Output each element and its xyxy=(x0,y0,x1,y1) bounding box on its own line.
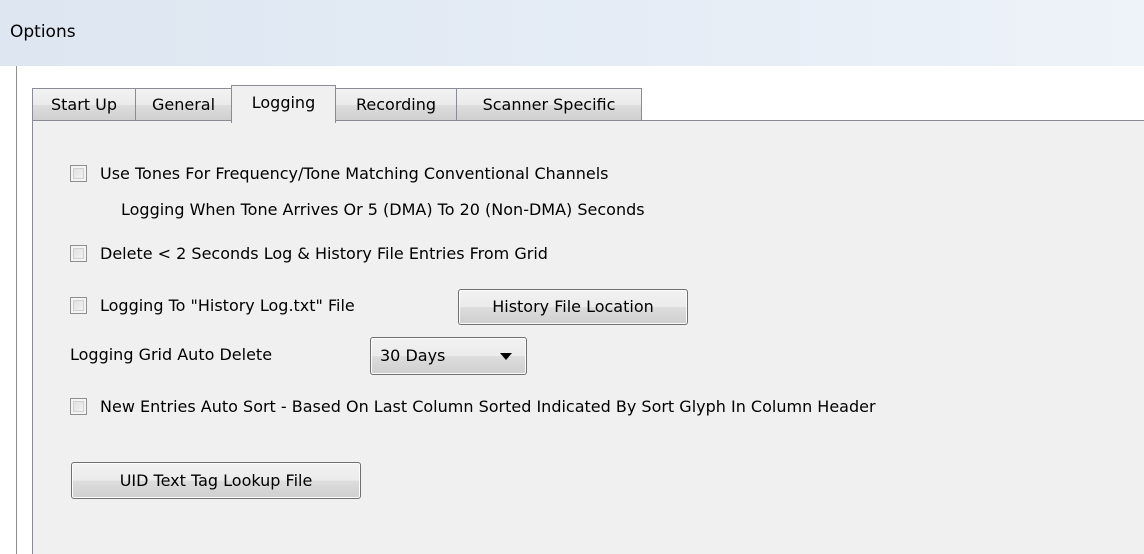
chevron-down-icon xyxy=(500,353,512,360)
use-tones-sublabel-row: Logging When Tone Arrives Or 5 (DMA) To … xyxy=(121,200,645,219)
auto-sort-checkbox[interactable] xyxy=(70,398,87,415)
auto-sort-label: New Entries Auto Sort - Based On Last Co… xyxy=(100,397,876,416)
window-title: Options xyxy=(10,22,76,42)
use-tones-label: Use Tones For Frequency/Tone Matching Co… xyxy=(100,164,609,183)
delete-short-entries-checkbox[interactable] xyxy=(70,245,87,262)
title-bar: Options xyxy=(0,0,1144,66)
auto-delete-selected-value: 30 Days xyxy=(380,346,446,365)
logging-tab-panel: Use Tones For Frequency/Tone Matching Co… xyxy=(32,120,1144,554)
tab-start-up[interactable]: Start Up xyxy=(32,88,136,121)
window-frame-left xyxy=(16,66,17,554)
tab-recording[interactable]: Recording xyxy=(335,88,457,121)
auto-sort-row: New Entries Auto Sort - Based On Last Co… xyxy=(70,397,876,416)
use-tones-sublabel: Logging When Tone Arrives Or 5 (DMA) To … xyxy=(121,200,645,219)
tab-logging[interactable]: Logging xyxy=(231,85,336,123)
auto-delete-label: Logging Grid Auto Delete xyxy=(70,345,273,364)
auto-delete-select[interactable]: 30 Days xyxy=(370,337,527,375)
delete-short-entries-label: Delete < 2 Seconds Log & History File En… xyxy=(100,244,548,263)
tab-scanner-specific[interactable]: Scanner Specific xyxy=(456,88,642,121)
history-file-location-button[interactable]: History File Location xyxy=(458,289,688,325)
history-log-row: Logging To "History Log.txt" File xyxy=(70,296,355,315)
history-log-label: Logging To "History Log.txt" File xyxy=(100,296,355,315)
history-log-checkbox[interactable] xyxy=(70,297,87,314)
auto-delete-row: Logging Grid Auto Delete xyxy=(70,345,272,364)
use-tones-row: Use Tones For Frequency/Tone Matching Co… xyxy=(70,164,608,183)
tab-general[interactable]: General xyxy=(135,88,232,121)
use-tones-checkbox[interactable] xyxy=(70,165,87,182)
uid-text-tag-lookup-button[interactable]: UID Text Tag Lookup File xyxy=(71,462,361,499)
delete-short-row: Delete < 2 Seconds Log & History File En… xyxy=(70,244,548,263)
